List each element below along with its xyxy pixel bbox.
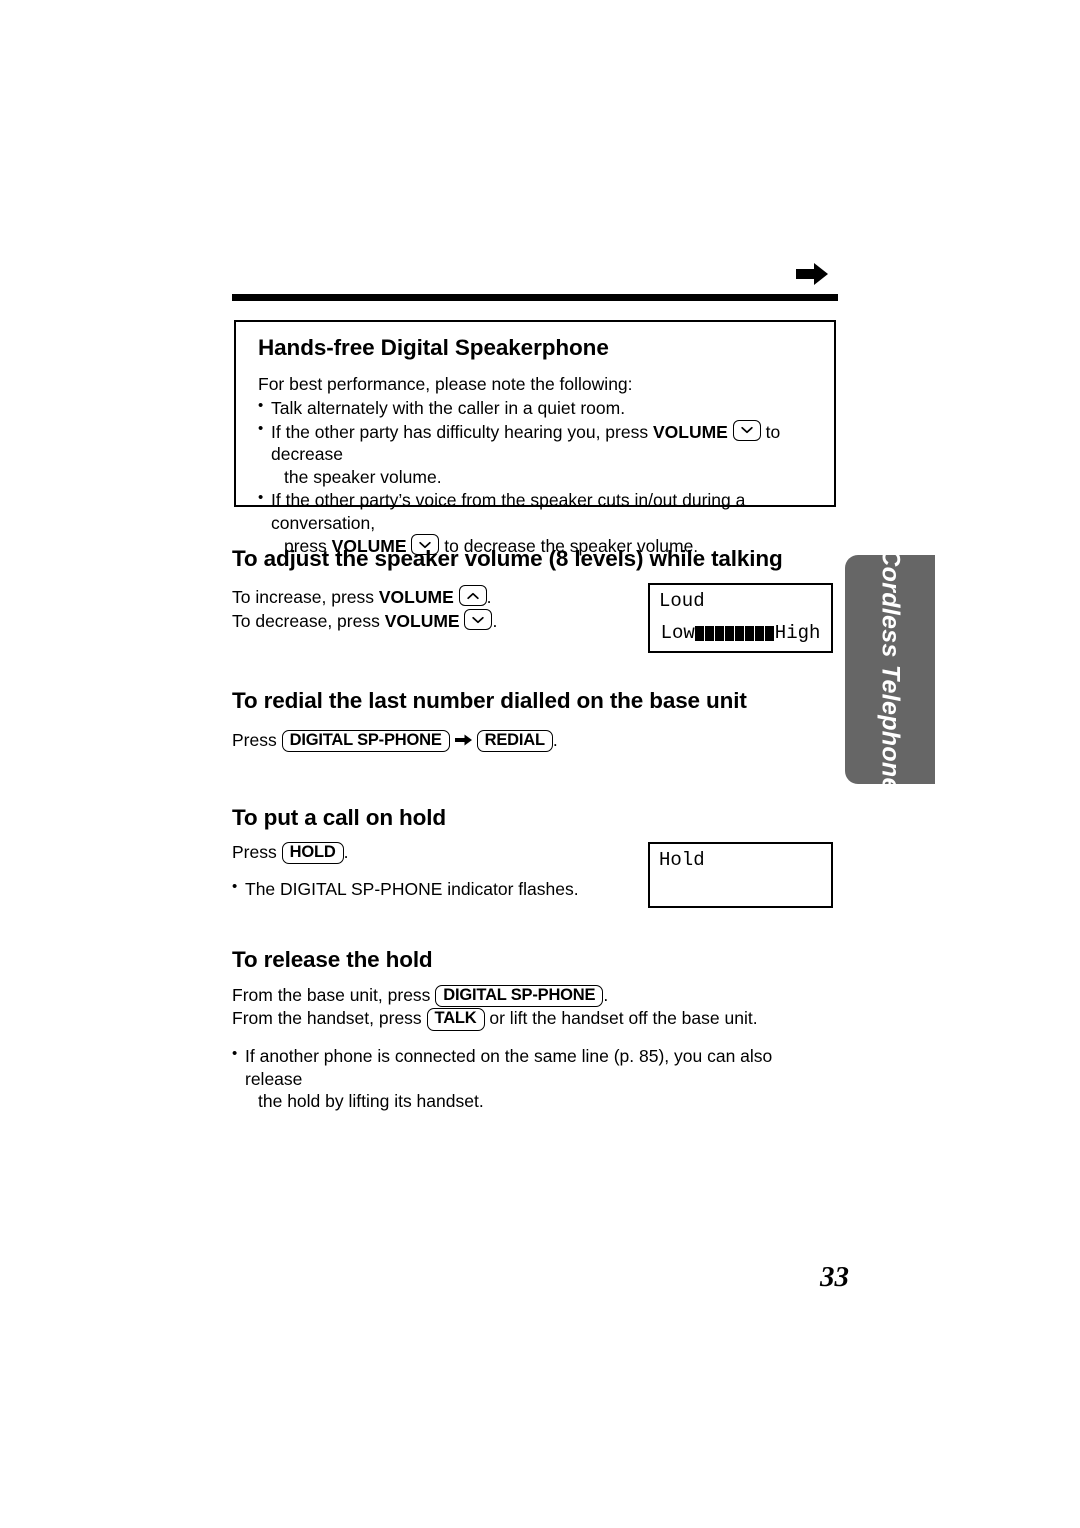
- chevron-down-icon[interactable]: [732, 419, 761, 441]
- section-heading-release: To release the hold: [232, 947, 433, 972]
- volume-label: VOLUME: [384, 611, 460, 632]
- bullet-text: Talk alternately with the caller in a qu…: [271, 397, 626, 418]
- callout-bullet-list: Talk alternately with the caller in a qu…: [258, 396, 818, 558]
- bullet-continuation: the speaker volume.: [284, 467, 442, 488]
- release-base-post: .: [603, 985, 609, 1005]
- volume-decrease-line: To decrease, press VOLUME .: [232, 609, 632, 633]
- release-handset-pre: From the handset, press: [232, 1008, 427, 1029]
- bullet-text: If the other party has difficulty hearin…: [271, 421, 653, 442]
- section-heading-volume: To adjust the speaker volume (8 levels) …: [232, 546, 783, 571]
- list-item: Talk alternately with the caller in a qu…: [258, 396, 818, 420]
- volume-decrease-post: .: [492, 611, 498, 632]
- press-label: Press: [232, 842, 282, 862]
- release-note: If another phone is connected on the sam…: [232, 1044, 832, 1113]
- hold-instruction-line: Press HOLD.: [232, 841, 632, 865]
- key-talk[interactable]: TALK: [426, 1008, 485, 1031]
- volume-increase-pre: To increase, press: [232, 587, 379, 607]
- lcd-line-loud: Loud: [659, 590, 705, 612]
- lcd-volume-bars: [694, 624, 775, 646]
- section-heading-redial: To redial the last number dialled on the…: [232, 688, 747, 713]
- right-arrow-icon: [454, 730, 473, 746]
- redial-period: .: [552, 730, 558, 750]
- lcd-high-label: High: [774, 622, 821, 645]
- redial-instruction-line: Press DIGITAL SP-PHONE REDIAL.: [232, 729, 652, 753]
- lcd-volume-bar: [734, 626, 744, 642]
- key-digital-sp-phone[interactable]: DIGITAL SP-PHONE: [435, 985, 604, 1008]
- list-item: If the other party has difficulty hearin…: [258, 419, 818, 489]
- volume-label: VOLUME: [378, 587, 454, 607]
- key-hold[interactable]: HOLD: [281, 842, 344, 865]
- press-label: Press: [232, 730, 282, 750]
- section-body-release: From the base unit, press DIGITAL SP-PHO…: [232, 984, 832, 1113]
- lcd-volume-bar: [694, 626, 704, 642]
- lcd-volume-bar: [724, 626, 734, 642]
- lcd-display-hold: Hold: [648, 842, 833, 908]
- side-tab-cordless-telephone: Cordless Telephone: [845, 548, 935, 791]
- chevron-up-icon[interactable]: [458, 585, 487, 606]
- release-note-line1: If another phone is connected on the sam…: [245, 1045, 773, 1089]
- hold-period: .: [343, 842, 349, 862]
- section-heading-hold: To put a call on hold: [232, 805, 446, 830]
- lcd-display-volume: Loud Low High: [648, 583, 833, 653]
- release-base-pre: From the base unit, press: [232, 985, 436, 1005]
- speakerphone-callout-box: Hands-free Digital Speakerphone For best…: [234, 320, 836, 556]
- lcd-volume-bar: [744, 626, 754, 642]
- release-handset-line: From the handset, press TALK or lift the…: [232, 1007, 832, 1031]
- lcd-volume-bar: [764, 626, 774, 642]
- right-arrow-icon: [794, 261, 830, 287]
- lcd-volume-bar: [754, 626, 764, 642]
- lcd-low-label: Low: [660, 622, 695, 645]
- lcd-line-hold: Hold: [659, 849, 705, 871]
- volume-increase-line: To increase, press VOLUME .: [232, 585, 632, 609]
- lcd-volume-bar: [714, 626, 724, 642]
- header-rule: [232, 294, 838, 301]
- release-note-line2: the hold by lifting its handset.: [258, 1091, 484, 1112]
- callout-title: Hands-free Digital Speakerphone: [258, 335, 609, 360]
- key-redial[interactable]: REDIAL: [476, 730, 553, 753]
- section-body-redial: Press DIGITAL SP-PHONE REDIAL.: [232, 729, 652, 753]
- bullet-text: If the other party’s voice from the spea…: [271, 489, 746, 533]
- chevron-down-icon[interactable]: [464, 609, 493, 631]
- volume-label: VOLUME: [652, 421, 728, 442]
- release-handset-post: or lift the handset off the base unit.: [484, 1008, 758, 1029]
- lcd-volume-scale: Low High: [650, 622, 831, 646]
- volume-increase-post: .: [486, 587, 492, 607]
- section-body-hold: Press HOLD. The DIGITAL SP-PHONE indicat…: [232, 841, 632, 901]
- manual-page: Hands-free Digital Speakerphone For best…: [0, 0, 1080, 1528]
- section-body-volume: To increase, press VOLUME . To decrease,…: [232, 585, 632, 633]
- side-tab-label: Cordless Telephone: [876, 547, 905, 792]
- page-number: 33: [820, 1261, 849, 1293]
- release-base-line: From the base unit, press DIGITAL SP-PHO…: [232, 984, 832, 1008]
- lcd-volume-bar: [704, 626, 714, 642]
- volume-decrease-pre: To decrease, press: [232, 611, 385, 632]
- hold-note: The DIGITAL SP-PHONE indicator flashes.: [232, 877, 632, 901]
- key-digital-sp-phone[interactable]: DIGITAL SP-PHONE: [281, 730, 450, 753]
- callout-intro: For best performance, please note the fo…: [258, 373, 633, 394]
